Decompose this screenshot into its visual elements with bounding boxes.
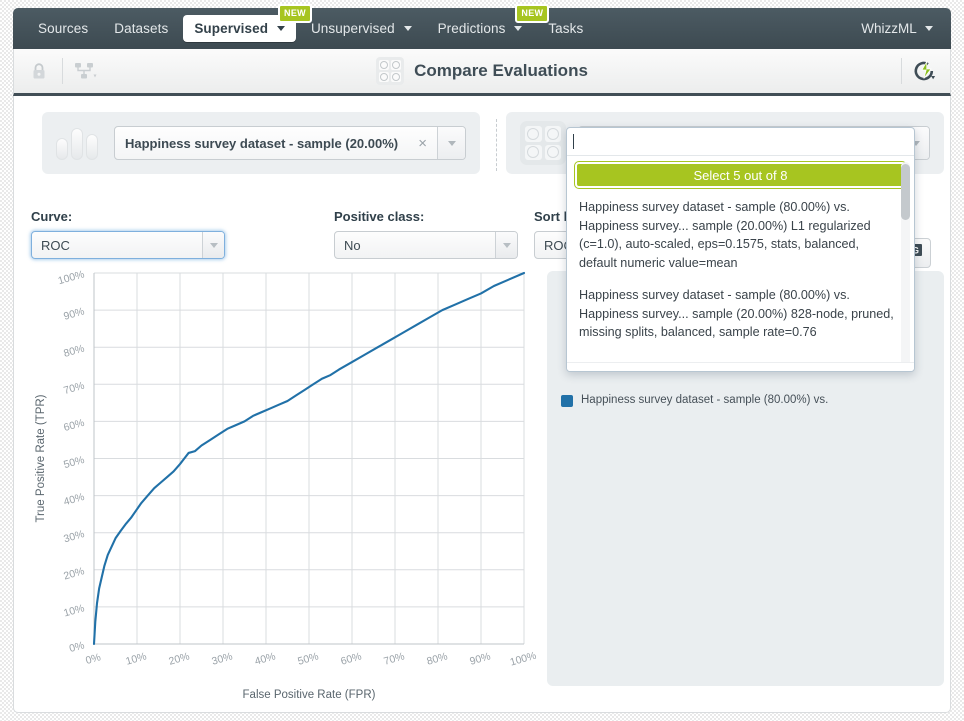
main-navbar: Sources Datasets Supervised NEW Unsuperv… [13,4,951,49]
svg-text:60%: 60% [339,650,363,667]
nav-item-account[interactable]: WhizzML [857,15,937,42]
dataset-combobox[interactable]: Happiness survey dataset - sample (20.00… [114,126,466,160]
nav-item-predictions[interactable]: Predictions NEW [427,4,550,42]
legend-item-label: Happiness survey dataset - sample (80.00… [581,394,829,406]
page-title: Compare Evaluations [414,61,588,80]
svg-text:20%: 20% [167,650,191,667]
chevron-down-icon [514,26,523,31]
svg-text:50%: 50% [296,650,320,667]
share-network-icon [75,63,97,79]
nav-label: Predictions [437,21,506,36]
chevron-down-icon[interactable] [437,127,465,159]
svg-text:10%: 10% [124,650,148,667]
nav-item-supervised[interactable]: Supervised NEW [183,4,312,42]
clear-dataset-icon[interactable]: × [408,135,437,152]
nav-item-tasks[interactable]: Tasks [537,15,594,42]
svg-text:60%: 60% [62,417,86,434]
nav-label: Supervised [194,21,269,36]
dataset-combobox-value: Happiness survey dataset - sample (20.00… [125,135,399,151]
evaluation-options-list[interactable]: Select 5 out of 8 Happiness survey datas… [567,156,914,371]
evaluation-grid-icon [376,57,405,85]
svg-text:40%: 40% [253,650,277,667]
curve-select[interactable]: ROC [31,231,225,259]
dataset-selector-card: Happiness survey dataset - sample (20.00… [42,112,480,174]
svg-text:80%: 80% [62,343,86,360]
svg-text:70%: 70% [62,380,86,397]
nav-label: Sources [38,21,89,36]
svg-text:True Positive Rate (TPR): True Positive Rate (TPR) [35,394,47,522]
app-root: Sources Datasets Supervised NEW Unsuperv… [0,0,964,721]
positive-class-label: Positive class: [334,209,425,224]
nav-item-datasets[interactable]: Datasets [103,15,179,42]
selector-divider [496,119,497,171]
chevron-down-icon [403,26,412,31]
svg-text:70%: 70% [382,650,406,667]
svg-text:0%: 0% [68,639,86,655]
svg-text:90%: 90% [468,650,492,667]
account-label: WhizzML [861,21,917,36]
svg-text:80%: 80% [425,650,449,667]
evaluation-grid-icon [520,121,566,165]
roc-chart-svg: 0% 10% 20% 30% 40% 50% 60% 70% 80% 90% 100% 0% 10% 20… [35,268,538,701]
svg-text:0%: 0% [84,651,102,667]
popup-footer [567,362,914,371]
svg-text:90%: 90% [62,305,86,322]
svg-text:30%: 30% [210,650,234,667]
curve-select-value: ROC [41,237,70,253]
svg-text:50%: 50% [62,454,86,471]
nav-label: Datasets [114,21,169,36]
chevron-down-icon [925,26,933,31]
legend-color-swatch [561,395,573,407]
lock-icon [33,62,45,78]
share-button[interactable] [71,56,101,86]
svg-text:30%: 30% [62,528,86,545]
legend-item[interactable]: Happiness survey dataset - sample (80.00… [561,393,828,409]
curve-label: Curve: [31,209,73,224]
evaluation-search-popup: Select 5 out of 8 Happiness survey datas… [566,127,915,372]
popup-scrollbar-thumb[interactable] [901,164,910,220]
nav-label: Tasks [548,21,584,36]
lightning-refresh-button[interactable] [910,56,940,86]
evaluation-option[interactable]: Happiness survey dataset - sample (80.00… [567,280,914,350]
popup-scrollbar[interactable] [901,162,910,368]
lightning-refresh-icon [914,61,936,81]
svg-text:20%: 20% [62,565,86,582]
dataset-bars-icon [56,126,102,160]
svg-text:100%: 100% [57,268,86,287]
positive-class-select-value: No [344,237,361,253]
positive-class-select[interactable]: No [334,231,518,259]
chevron-down-icon[interactable] [202,232,224,258]
nav-item-unsupervised[interactable]: Unsupervised [300,15,423,42]
svg-text:10%: 10% [62,602,86,619]
chevron-down-icon[interactable] [495,232,517,258]
svg-text:100%: 100% [509,650,538,669]
page-toolbar: Compare Evaluations [13,49,951,96]
curve-control: Curve: ROC [31,209,225,259]
toolbar-divider [62,58,63,84]
positive-class-control: Positive class: No [334,209,518,259]
nav-label: Unsupervised [310,21,395,36]
select-count-button[interactable]: Select 5 out of 8 [574,161,907,189]
lock-button[interactable] [24,56,54,86]
evaluation-option[interactable]: Happiness survey dataset - sample (80.00… [567,192,914,280]
evaluation-search-input[interactable] [567,128,914,156]
svg-text:False Positive Rate (FPR): False Positive Rate (FPR) [243,689,376,701]
svg-text:40%: 40% [62,491,86,508]
toolbar-divider [901,58,902,84]
nav-item-sources[interactable]: Sources [27,15,99,42]
chevron-down-icon [276,26,285,31]
text-cursor [573,134,574,149]
roc-chart: 0% 10% 20% 30% 40% 50% 60% 70% 80% 90% 100% 0% 10% 20… [22,261,542,706]
